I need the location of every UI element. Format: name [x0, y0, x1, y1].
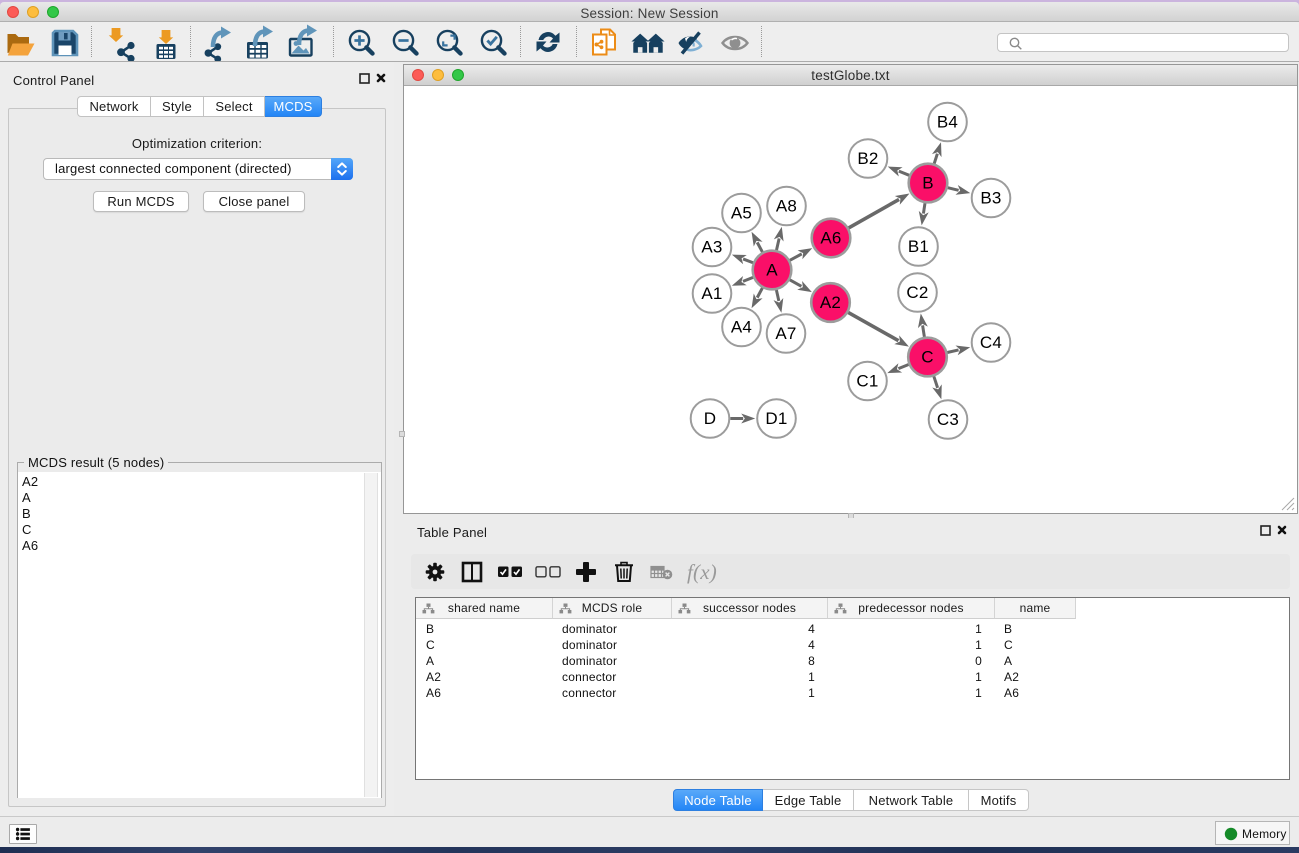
svg-text:B1: B1	[908, 237, 929, 256]
svg-text:A7: A7	[775, 324, 796, 343]
svg-text:B: B	[922, 174, 934, 193]
svg-text:D: D	[704, 409, 716, 428]
svg-text:f(x): f(x)	[687, 560, 717, 584]
svg-text:B3: B3	[980, 189, 1001, 208]
svg-text:A3: A3	[701, 238, 722, 257]
svg-text:A6: A6	[820, 229, 841, 248]
svg-text:A2: A2	[820, 293, 841, 312]
svg-text:C2: C2	[906, 283, 928, 302]
svg-text:C3: C3	[937, 410, 959, 429]
svg-text:A5: A5	[731, 204, 752, 223]
svg-text:A4: A4	[731, 318, 752, 337]
svg-text:D1: D1	[765, 409, 787, 428]
svg-text:A8: A8	[776, 197, 797, 216]
svg-text:C4: C4	[980, 333, 1002, 352]
svg-text:C1: C1	[856, 372, 878, 391]
svg-text:B2: B2	[857, 149, 878, 168]
svg-text:C: C	[921, 348, 933, 367]
svg-text:B4: B4	[937, 113, 958, 132]
svg-text:A: A	[766, 261, 778, 280]
svg-text:A1: A1	[701, 284, 722, 303]
